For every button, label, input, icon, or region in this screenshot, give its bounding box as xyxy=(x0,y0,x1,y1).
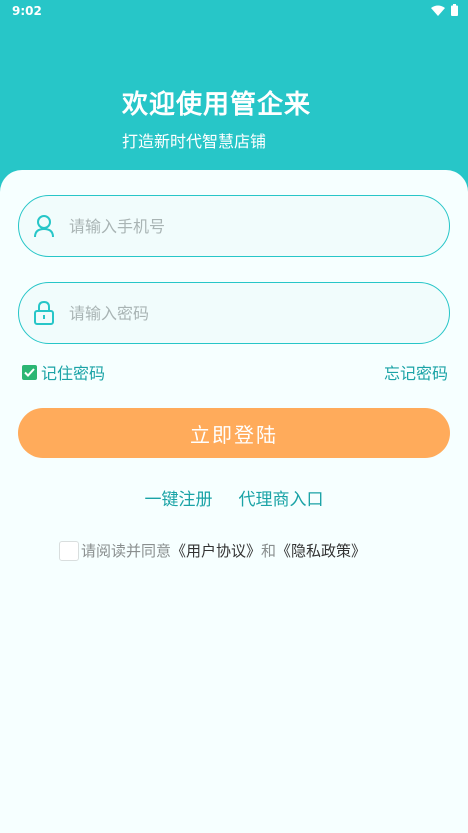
forgot-password-link[interactable]: 忘记密码 xyxy=(384,360,448,384)
secondary-links: 一键注册 代理商入口 xyxy=(0,485,468,510)
agreement-row: 请阅读并同意 《用户协议》 和 《隐私政策》 xyxy=(59,540,366,561)
agent-entry-link[interactable]: 代理商入口 xyxy=(239,485,324,510)
register-link[interactable]: 一键注册 xyxy=(145,485,213,510)
password-field[interactable] xyxy=(18,282,450,344)
status-bar: 9:02 xyxy=(0,0,468,22)
user-agreement-link[interactable]: 《用户协议》 xyxy=(171,540,261,561)
wifi-icon xyxy=(431,5,445,16)
status-icons xyxy=(431,4,458,16)
privacy-policy-link[interactable]: 《隐私政策》 xyxy=(276,540,366,561)
agreement-prefix: 请阅读并同意 xyxy=(81,542,172,560)
page-title: 欢迎使用管企来 xyxy=(122,90,312,120)
page-subtitle: 打造新时代智慧店铺 xyxy=(122,132,267,151)
login-button[interactable]: 立即登陆 xyxy=(18,408,450,458)
agreement-and: 和 xyxy=(261,542,277,560)
battery-icon xyxy=(451,4,458,16)
password-input[interactable] xyxy=(69,303,409,323)
phone-input[interactable] xyxy=(69,216,409,236)
check-icon xyxy=(24,367,35,377)
remember-password[interactable]: 记住密码 xyxy=(22,360,105,384)
phone-field[interactable] xyxy=(18,195,450,257)
status-time: 9:02 xyxy=(12,4,42,18)
user-icon xyxy=(19,214,69,238)
remember-checkbox[interactable] xyxy=(22,364,37,380)
lock-icon xyxy=(19,301,69,325)
login-card: 记住密码 忘记密码 立即登陆 一键注册 代理商入口 请阅读并同意 《用户协议》 … xyxy=(0,170,468,833)
remember-label: 记住密码 xyxy=(41,364,106,383)
agreement-checkbox[interactable] xyxy=(59,540,79,561)
